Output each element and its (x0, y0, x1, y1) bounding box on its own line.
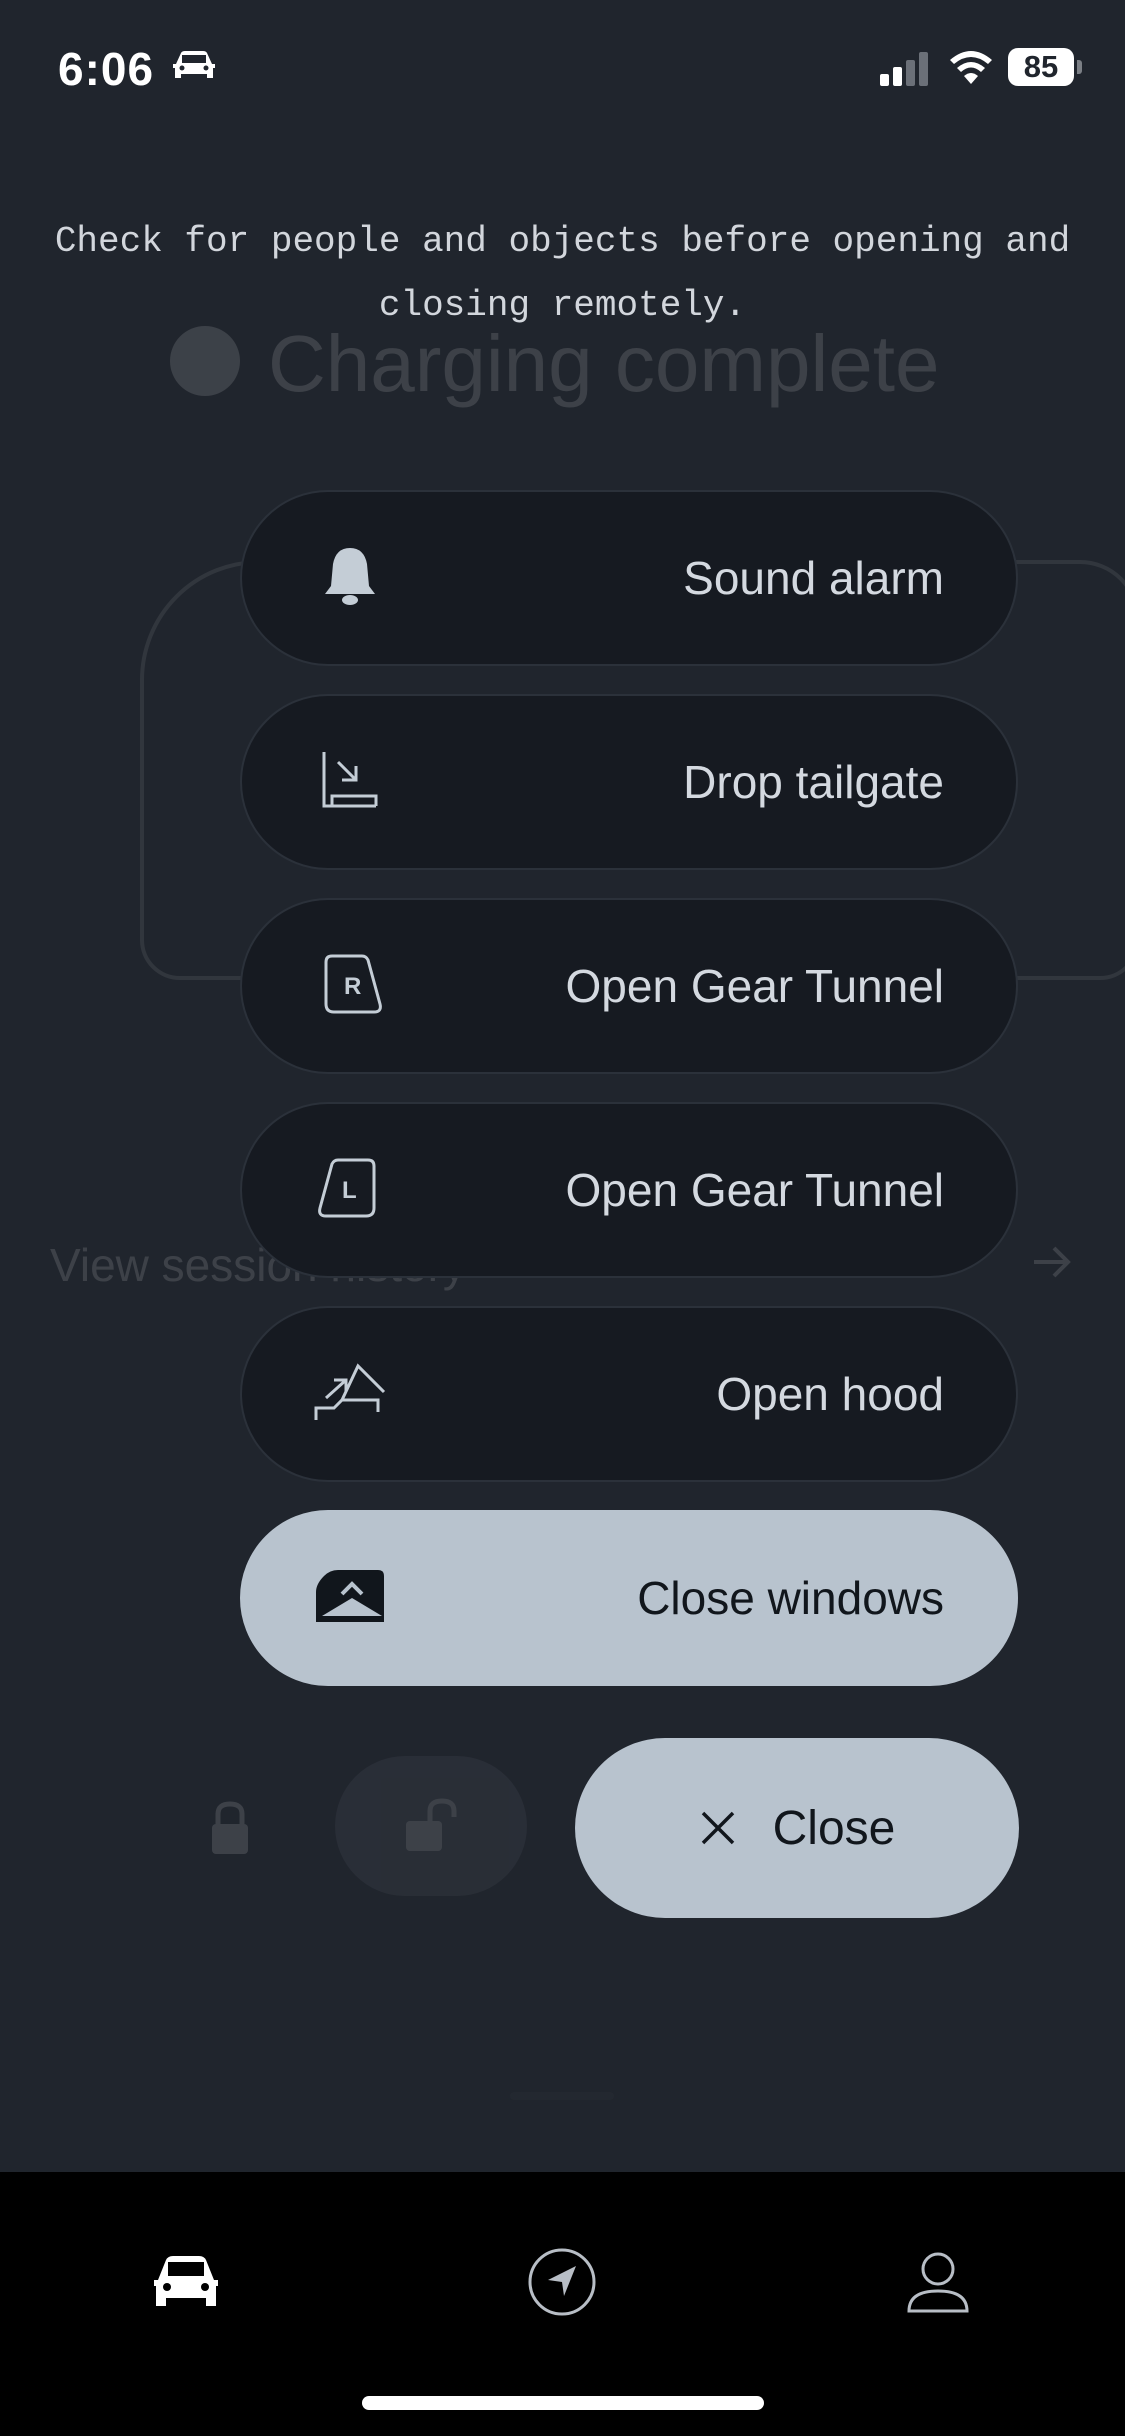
window-icon (316, 1570, 384, 1622)
safety-warning: Check for people and objects before open… (54, 221, 1071, 326)
gear-tunnel-left-icon: L (318, 1158, 376, 1218)
unlock-icon (406, 1798, 457, 1851)
sheet-grabber (510, 2092, 614, 2100)
drop-tailgate-button[interactable]: Drop tailgate (240, 694, 1018, 870)
action-label: Drop tailgate (683, 756, 944, 808)
action-label: Open Gear Tunnel (565, 1164, 944, 1216)
close-icon (701, 1811, 734, 1845)
open-gear-tunnel-left-button[interactable]: L Open Gear Tunnel (240, 1102, 1018, 1278)
open-hood-button[interactable]: Open hood (240, 1306, 1018, 1482)
close-label: Close (772, 1801, 896, 1855)
car-icon (154, 2256, 218, 2306)
tab-navigation[interactable] (522, 2242, 602, 2322)
svg-text:R: R (344, 973, 361, 1000)
home-indicator (362, 2396, 764, 2410)
action-label: Sound alarm (683, 552, 944, 604)
svg-text:L: L (342, 1177, 357, 1204)
navigation-icon (528, 2248, 596, 2316)
bell-icon (325, 548, 375, 605)
action-label: Open hood (716, 1368, 944, 1420)
gear-tunnel-right-icon: R (324, 954, 382, 1014)
arrow-right-icon (1034, 1246, 1071, 1278)
action-label: Open Gear Tunnel (565, 960, 944, 1012)
tab-vehicle[interactable] (146, 2242, 226, 2322)
tailgate-icon (322, 752, 378, 808)
action-label: Close windows (637, 1572, 944, 1624)
close-button[interactable]: Close (575, 1738, 1019, 1918)
close-windows-button[interactable]: Close windows (240, 1510, 1018, 1686)
sound-alarm-button[interactable]: Sound alarm (240, 490, 1018, 666)
lock-icon (212, 1801, 248, 1854)
tab-profile[interactable] (898, 2242, 978, 2322)
open-gear-tunnel-right-button[interactable]: R Open Gear Tunnel (240, 898, 1018, 1074)
profile-icon (907, 2252, 969, 2313)
hood-icon (314, 1363, 386, 1420)
